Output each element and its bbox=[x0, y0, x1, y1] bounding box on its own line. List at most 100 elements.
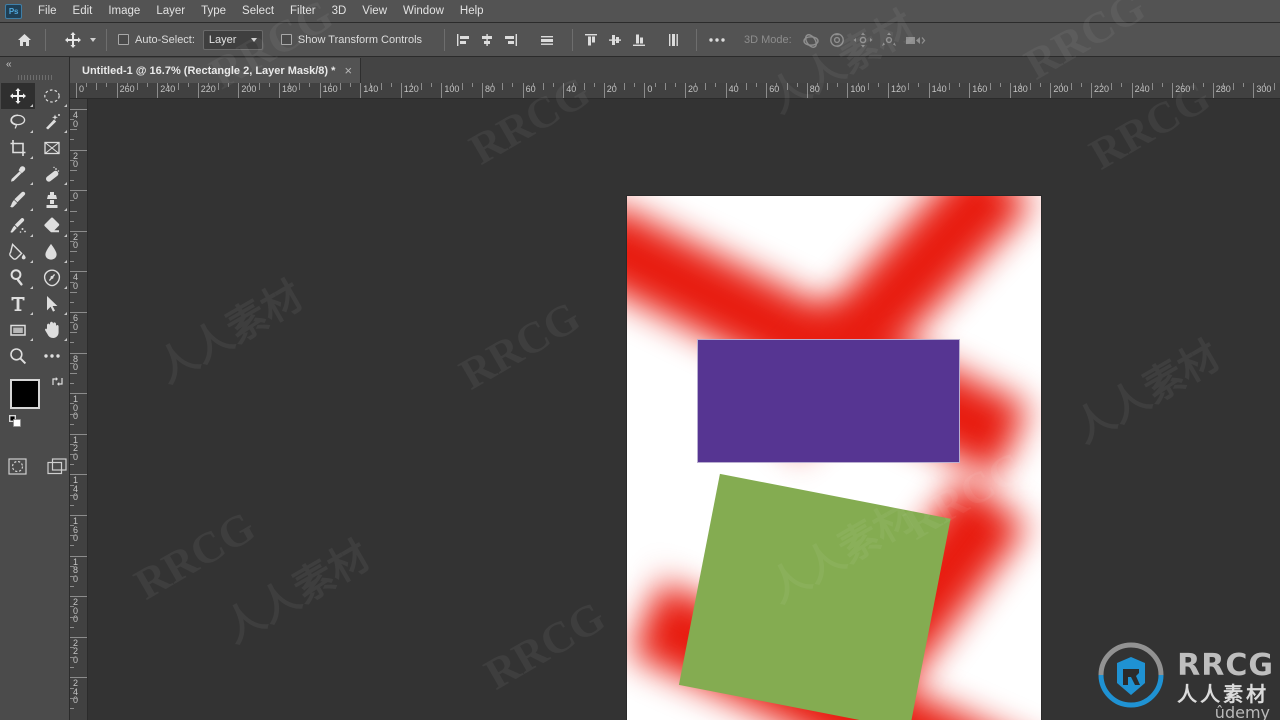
path-selection-tool[interactable] bbox=[35, 291, 69, 317]
ruler-minor-tick bbox=[136, 83, 138, 90]
horizontal-align-group bbox=[452, 29, 558, 51]
ruler-minor-tick bbox=[542, 83, 544, 90]
menu-item-layer[interactable]: Layer bbox=[148, 2, 193, 20]
ruler-minor-tick bbox=[70, 251, 77, 253]
ruler-minor-tick bbox=[70, 525, 74, 527]
udemy-label: ûdemy bbox=[1214, 703, 1270, 720]
eyedropper-tool[interactable] bbox=[1, 161, 35, 187]
rrcg-title-en: RRCG bbox=[1177, 648, 1274, 683]
tool-submenu-indicator bbox=[64, 208, 67, 211]
ruler-minor-tick bbox=[573, 83, 575, 87]
ruler-minor-tick bbox=[948, 83, 950, 90]
ruler-minor-tick bbox=[70, 454, 77, 456]
auto-select-option[interactable]: Auto-Select: bbox=[118, 34, 195, 46]
align-top-edges-icon[interactable] bbox=[580, 29, 602, 51]
ruler-minor-tick bbox=[756, 83, 758, 87]
purple-rectangle[interactable] bbox=[697, 339, 960, 463]
foreground-color-swatch[interactable] bbox=[10, 379, 40, 409]
menu-item-image[interactable]: Image bbox=[100, 2, 148, 20]
move-tool[interactable] bbox=[1, 83, 35, 109]
menu-item-type[interactable]: Type bbox=[193, 2, 234, 20]
show-transform-controls-option[interactable]: Show Transform Controls bbox=[280, 33, 423, 46]
align-bottom-edges-icon[interactable] bbox=[628, 29, 650, 51]
zoom-tool[interactable] bbox=[1, 343, 35, 369]
align-horizontal-centers-icon[interactable] bbox=[476, 29, 498, 51]
type-tool[interactable] bbox=[1, 291, 35, 317]
green-rectangle[interactable] bbox=[678, 473, 951, 720]
brush-tool[interactable] bbox=[1, 187, 35, 213]
ruler-label: 40 bbox=[73, 272, 79, 291]
show-transform-checkbox[interactable] bbox=[280, 34, 292, 45]
active-tool-preview[interactable] bbox=[61, 27, 99, 53]
ruler-minor-tick bbox=[1243, 83, 1245, 87]
default-colors-icon[interactable] bbox=[9, 415, 22, 433]
auto-select-target-dropdown[interactable]: Layer bbox=[202, 29, 263, 50]
menu-item-edit[interactable]: Edit bbox=[65, 2, 101, 20]
eraser-tool[interactable] bbox=[35, 213, 69, 239]
panel-grip[interactable] bbox=[0, 72, 69, 83]
distribute-vertical-icon[interactable] bbox=[662, 29, 684, 51]
distribute-horizontal-icon[interactable] bbox=[536, 29, 558, 51]
align-left-edges-icon[interactable] bbox=[452, 29, 474, 51]
ruler-minor-tick bbox=[70, 180, 74, 182]
history-brush-tool[interactable] bbox=[1, 213, 35, 239]
menu-item-help[interactable]: Help bbox=[452, 2, 492, 20]
canvas-area[interactable] bbox=[88, 99, 1280, 720]
artboard[interactable] bbox=[627, 196, 1041, 720]
rectangular-marquee-tool[interactable] bbox=[35, 83, 69, 109]
ruler-label: 140 bbox=[931, 84, 947, 94]
ellipsis-icon[interactable] bbox=[704, 29, 730, 51]
hand-tool[interactable] bbox=[35, 317, 69, 343]
menu-item-3d[interactable]: 3D bbox=[324, 2, 355, 20]
menu-item-view[interactable]: View bbox=[354, 2, 395, 20]
ruler-minor-tick bbox=[329, 83, 331, 87]
tools-grid bbox=[0, 83, 69, 369]
auto-select-target-value: Layer bbox=[208, 33, 237, 46]
quick-mask-icon[interactable] bbox=[5, 453, 29, 479]
spot-healing-brush-tool[interactable] bbox=[35, 161, 69, 187]
horizontal-ruler[interactable]: 0 260 240 220 200 180 160 140 120 100 80 60 40 20 0 20 4… bbox=[70, 83, 1280, 99]
ruler-minor-tick bbox=[512, 83, 514, 87]
lasso-tool[interactable] bbox=[1, 109, 35, 135]
ruler-minor-tick bbox=[695, 83, 697, 87]
menu-item-window[interactable]: Window bbox=[395, 2, 452, 20]
ruler-label: 180 bbox=[282, 84, 298, 94]
gradient-tool[interactable] bbox=[1, 239, 35, 265]
ruler-minor-tick bbox=[268, 83, 270, 87]
menu-item-filter[interactable]: Filter bbox=[282, 2, 324, 20]
auto-select-checkbox[interactable] bbox=[118, 34, 129, 45]
magic-wand-tool[interactable] bbox=[35, 109, 69, 135]
crop-tool[interactable] bbox=[1, 135, 35, 161]
rectangle-shape-tool[interactable] bbox=[1, 317, 35, 343]
ruler-minor-tick bbox=[70, 342, 74, 344]
ruler-minor-tick bbox=[776, 83, 778, 87]
blur-tool[interactable] bbox=[35, 239, 69, 265]
pen-tool[interactable] bbox=[35, 265, 69, 291]
close-icon[interactable]: × bbox=[344, 64, 352, 77]
align-right-edges-icon[interactable] bbox=[500, 29, 522, 51]
collapse-panel-icon[interactable]: « bbox=[0, 57, 69, 72]
swap-colors-icon[interactable] bbox=[51, 375, 64, 393]
zoom-3d-camera-icon bbox=[902, 29, 928, 51]
dodge-tool[interactable] bbox=[1, 265, 35, 291]
ruler-minor-tick bbox=[674, 83, 676, 87]
frame-tool[interactable] bbox=[35, 135, 69, 161]
home-icon[interactable] bbox=[10, 27, 38, 53]
clone-stamp-tool[interactable] bbox=[35, 187, 69, 213]
chevron-down-icon[interactable] bbox=[90, 37, 96, 42]
tool-submenu-indicator bbox=[30, 286, 33, 289]
ruler-minor-tick bbox=[461, 83, 463, 90]
ruler-minor-tick bbox=[70, 291, 77, 293]
menu-item-file[interactable]: File bbox=[30, 2, 65, 20]
document-tab-bar: Untitled-1 @ 16.7% (Rectangle 2, Layer M… bbox=[70, 57, 1280, 83]
show-transform-label: Show Transform Controls bbox=[297, 33, 423, 46]
menu-item-select[interactable]: Select bbox=[234, 2, 282, 20]
screen-mode-icon[interactable] bbox=[45, 453, 69, 479]
edit-toolbar-tool[interactable] bbox=[35, 343, 69, 369]
tool-submenu-indicator bbox=[30, 156, 33, 159]
align-vertical-centers-icon[interactable] bbox=[604, 29, 626, 51]
tool-submenu-indicator bbox=[64, 234, 67, 237]
document-tab[interactable]: Untitled-1 @ 16.7% (Rectangle 2, Layer M… bbox=[70, 58, 362, 83]
ruler-minor-tick bbox=[1030, 83, 1032, 90]
vertical-ruler[interactable]: 4020020406080100120140160180200220240 bbox=[70, 99, 88, 720]
